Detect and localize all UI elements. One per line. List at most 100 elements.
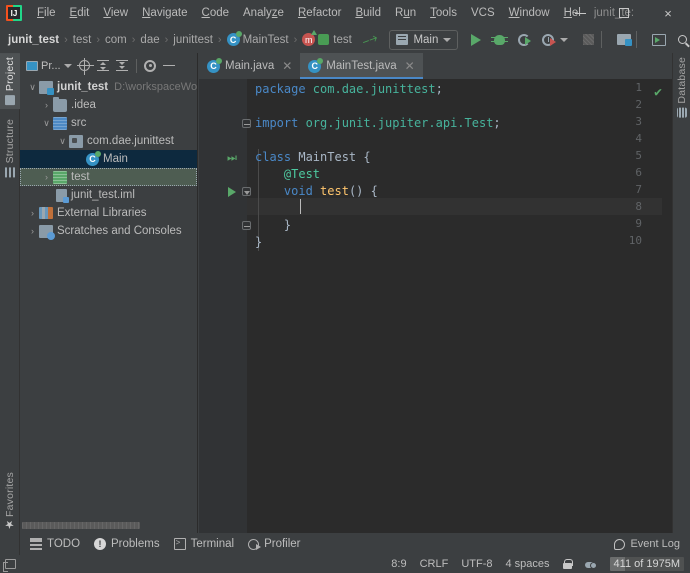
tree-node-external-libraries[interactable]: › External Libraries: [20, 204, 197, 222]
build-hammer-icon[interactable]: ⤍: [359, 29, 379, 50]
tool-window-profiler[interactable]: Profiler: [248, 538, 301, 550]
sidebar-item-database[interactable]: Database: [673, 53, 690, 122]
window-minimize-button[interactable]: [558, 0, 602, 26]
search-everywhere-button[interactable]: [676, 31, 690, 48]
run-coverage-button[interactable]: [517, 31, 531, 48]
tree-node-src[interactable]: ∨ src: [20, 114, 197, 132]
file-encoding[interactable]: UTF-8: [461, 558, 492, 570]
indent-setting[interactable]: 4 spaces: [506, 558, 550, 570]
breadcrumb-item-maintest[interactable]: MainTest: [243, 34, 289, 46]
menu-refactor[interactable]: Refactor: [291, 4, 348, 22]
expand-all-button[interactable]: [95, 57, 112, 74]
fold-marker[interactable]: [239, 115, 253, 132]
menu-run[interactable]: Run: [388, 4, 423, 22]
tab-main-java[interactable]: Main.java ✕: [199, 53, 300, 79]
project-panel-horizontal-scrollbar[interactable]: [22, 522, 196, 531]
target-icon: [76, 58, 94, 75]
menu-tools[interactable]: Tools: [423, 4, 464, 22]
close-icon[interactable]: ✕: [282, 59, 292, 73]
tool-window-todo[interactable]: TODO: [30, 538, 80, 550]
memory-indicator[interactable]: 411 of 1975M: [609, 557, 684, 571]
chevron-down-icon[interactable]: ∨: [40, 118, 53, 129]
hide-button[interactable]: [161, 57, 178, 74]
settings-button[interactable]: [142, 57, 159, 74]
sidebar-item-label: Project: [4, 57, 16, 92]
menu-navigate[interactable]: Navigate: [135, 4, 194, 22]
chevron-down-icon[interactable]: ∨: [56, 136, 69, 147]
close-icon[interactable]: ✕: [405, 59, 415, 73]
tree-node-package[interactable]: ∨ com.dae.junittest: [20, 132, 197, 150]
chevron-right-icon[interactable]: ›: [40, 100, 53, 110]
project-structure-button[interactable]: [616, 31, 632, 48]
breadcrumb-separator: ›: [96, 33, 101, 46]
chevron-right-icon[interactable]: ›: [26, 208, 39, 218]
breadcrumb-item-project[interactable]: junit_test: [8, 34, 59, 46]
menu-window[interactable]: Window: [502, 4, 557, 22]
run-test-gutter-icon[interactable]: [225, 183, 239, 200]
iml-file-icon: [56, 188, 69, 203]
tree-node-junit-test[interactable]: ∨ junit_test D:\workspaceWo: [20, 78, 197, 96]
breadcrumb-item-dae[interactable]: dae: [140, 34, 159, 46]
tree-node-test[interactable]: › test: [20, 168, 197, 186]
menu-file[interactable]: File: [30, 4, 63, 22]
cloud-icon[interactable]: [584, 559, 597, 569]
tool-window-problems[interactable]: Problems: [94, 538, 160, 550]
window-close-button[interactable]: ×: [646, 0, 690, 26]
tab-maintest-java[interactable]: MainTest.java ✕: [300, 53, 424, 79]
window-maximize-button[interactable]: [602, 0, 646, 26]
fold-marker-down[interactable]: [239, 183, 253, 200]
chevron-down-icon[interactable]: ∨: [26, 82, 39, 93]
profiler-dropdown-button[interactable]: [557, 31, 571, 48]
sidebar-item-favorites[interactable]: ★ Favorites: [0, 468, 20, 535]
breadcrumb-item-testmethod[interactable]: test: [333, 34, 352, 46]
debug-button[interactable]: [491, 31, 509, 48]
breadcrumb-item-com[interactable]: com: [105, 34, 127, 46]
inspection-status-icon[interactable]: ✔: [654, 85, 662, 100]
select-opened-file-button[interactable]: [76, 57, 94, 75]
tree-node-idea[interactable]: › .idea: [20, 96, 197, 114]
line-separator[interactable]: CRLF: [420, 558, 449, 570]
run-configuration-selector[interactable]: Main: [389, 29, 459, 50]
event-log-button[interactable]: Event Log: [614, 538, 680, 550]
menu-build[interactable]: Build: [348, 4, 388, 22]
stop-button[interactable]: [581, 31, 595, 48]
editor-vertical-scrollbar[interactable]: [662, 105, 672, 533]
profiler-button[interactable]: [541, 31, 557, 48]
breadcrumb-item-test[interactable]: test: [73, 34, 92, 46]
fold-marker-up[interactable]: [239, 217, 253, 234]
tree-node-scratches[interactable]: › Scratches and Consoles: [20, 222, 197, 240]
caret-position[interactable]: 8:9: [391, 558, 406, 570]
line-number: 7: [635, 183, 642, 196]
tree-node-iml[interactable]: junit_test.iml: [20, 186, 197, 204]
tree-node-main[interactable]: Main: [20, 150, 197, 168]
tool-window-terminal[interactable]: Terminal: [173, 538, 234, 550]
breadcrumb-separator: ›: [164, 33, 169, 46]
menu-analyze[interactable]: Analyze: [236, 4, 291, 22]
scrollbar-thumb[interactable]: [22, 522, 140, 529]
menu-view[interactable]: View: [96, 4, 135, 22]
unlocked-icon[interactable]: [562, 559, 574, 569]
menu-code[interactable]: Code: [195, 4, 237, 22]
run-all-tests-gutter-icon[interactable]: ⏭: [225, 149, 239, 166]
chevron-right-icon[interactable]: ›: [40, 172, 53, 182]
terminal-icon: [173, 538, 186, 550]
menu-vcs[interactable]: VCS: [464, 4, 502, 22]
collapse-all-button[interactable]: [114, 57, 131, 74]
code-line-3: import org.junit.jupiter.api.Test;: [255, 116, 501, 130]
updates-button[interactable]: [651, 31, 666, 48]
breadcrumb-item-junittest[interactable]: junittest: [173, 34, 213, 46]
project-panel-title-dropdown[interactable]: Pr...: [24, 60, 74, 72]
sidebar-item-structure[interactable]: Structure: [0, 115, 20, 181]
stop-icon: [583, 34, 595, 45]
class-icon: [226, 31, 242, 46]
toggle-stripes-button[interactable]: [0, 559, 20, 572]
menu-edit[interactable]: Edit: [63, 4, 97, 22]
tool-window-label: Problems: [111, 538, 160, 550]
code-line-9: }: [255, 218, 292, 232]
code-editor[interactable]: ✔ 1 2 3 4 5 6 7 8 9 10 ⏭ package com.dae…: [199, 79, 672, 533]
chevron-right-icon[interactable]: ›: [26, 226, 39, 236]
editor-gutter[interactable]: [199, 79, 247, 533]
run-button[interactable]: [468, 31, 482, 48]
sidebar-item-project[interactable]: Project: [0, 53, 20, 110]
method-icon: [302, 30, 318, 46]
